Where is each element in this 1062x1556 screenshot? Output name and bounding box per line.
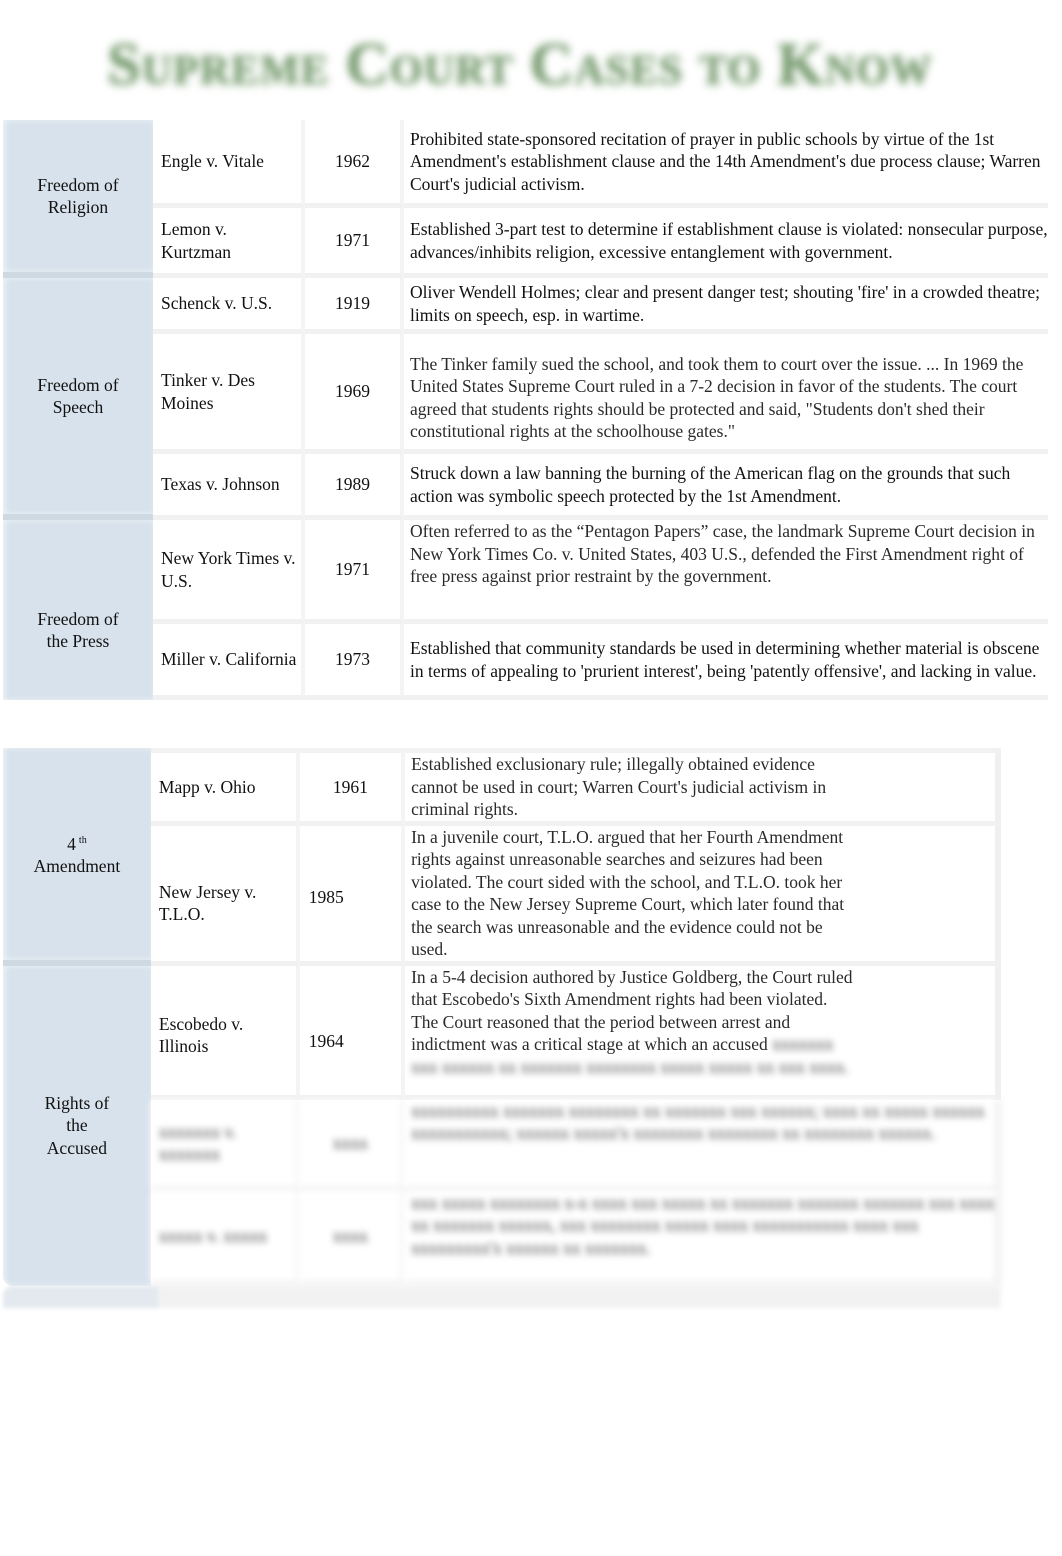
table-row: Miller v. California 1973 Established th… — [3, 624, 1048, 700]
table-row: Lemon v. Kurtzman 1971 Established 3-par… — [3, 208, 1048, 278]
case-name: xxxxxxx v. xxxxxxx — [150, 1099, 300, 1192]
case-description: Prohibited state-sponsored recitation of… — [404, 120, 1048, 208]
case-description: Established that community standards be … — [404, 624, 1048, 700]
case-year: 1989 — [305, 454, 404, 520]
case-description: Established 3-part test to determine if … — [404, 208, 1048, 278]
case-description: Oliver Wendell Holmes; clear and present… — [404, 278, 1048, 334]
table-row: xxxxx v. xxxxx xxxx xxx xxxxx xxxxxxxx x… — [3, 1191, 1001, 1286]
case-year: 1961 — [299, 748, 406, 826]
category-label: Freedom of the Press — [37, 608, 119, 652]
case-name: Tinker v. Des Moines — [153, 334, 305, 454]
category-cell: Freedom of Speech — [3, 278, 153, 520]
case-year: 1985 — [299, 825, 406, 966]
category-cell: Freedom of Religion — [3, 120, 153, 278]
category-cell: Rights of the Accused — [3, 965, 151, 1286]
category-label: Rights of the Accused — [44, 1092, 110, 1158]
case-description: xxxxxxxxxx xxxxxxx xxxxxxxx xx xxxxxxx x… — [405, 1099, 1001, 1192]
case-name: Escobedo v. Illinois — [150, 965, 300, 1100]
category-cell: Freedom of the Press — [3, 520, 153, 700]
case-description: Established exclusionary rule; illegally… — [405, 748, 1001, 826]
case-description: In a 5-4 decision authored by Justice Go… — [405, 965, 1001, 1100]
case-description: Struck down a law banning the burning of… — [404, 454, 1048, 520]
table-row: Texas v. Johnson 1989 Struck down a law … — [3, 454, 1048, 520]
case-description: The Tinker family sued the school, and t… — [404, 334, 1048, 454]
case-year: 1973 — [305, 624, 404, 700]
case-name: Engle v. Vitale — [153, 120, 305, 208]
case-description: xxx xxxxx xxxxxxxx x-x xxxx xxx xxxxx xx… — [405, 1191, 1001, 1286]
case-name: New York Times v. U.S. — [153, 520, 305, 624]
category-cell: 4th Amendment — [3, 748, 151, 966]
table-row: Freedom of the Press New York Times v. U… — [3, 520, 1048, 700]
case-name: New Jersey v. T.L.O. — [150, 825, 300, 966]
case-name: xxxxx v. xxxxx — [150, 1191, 300, 1286]
table-row: 4th Amendment Mapp v. Ohio 1961 Establis… — [3, 748, 1001, 966]
case-name: Texas v. Johnson — [153, 454, 305, 520]
case-description: In a juvenile court, T.L.O. argued that … — [405, 825, 1001, 966]
table-row: xxxxxxx v. xxxxxxx xxxx xxxxxxxxxx xxxxx… — [3, 1099, 1001, 1192]
category-label: Freedom of Speech — [37, 374, 119, 418]
category-label: Freedom of Religion — [37, 174, 119, 218]
table-footer-row — [3, 1285, 1001, 1308]
cases-table-criminal-rights: 4th Amendment Mapp v. Ohio 1961 Establis… — [3, 748, 1001, 1308]
category-label: 4th Amendment — [33, 833, 121, 877]
case-year: 1919 — [305, 278, 404, 334]
case-description: Often referred to as the “Pentagon Paper… — [404, 520, 1048, 624]
case-year: 1969 — [305, 334, 404, 454]
case-name: Lemon v. Kurtzman — [153, 208, 305, 278]
case-name: Schenck v. U.S. — [153, 278, 305, 334]
case-year: 1964 — [299, 965, 406, 1100]
table-row: Rights of the Accused Escobedo v. Illino… — [3, 965, 1001, 1286]
table-row: Tinker v. Des Moines 1969 The Tinker fam… — [3, 334, 1048, 454]
cases-table-first-amendment: Freedom of Religion Engle v. Vitale 1962… — [3, 120, 1048, 700]
case-year: xxxx — [299, 1191, 406, 1286]
page-title: Supreme Court Cases to Know — [107, 31, 933, 97]
case-name: Miller v. California — [153, 624, 305, 700]
case-year: xxxx — [299, 1099, 406, 1192]
table-row: Freedom of Speech Schenck v. U.S. 1919 O… — [3, 278, 1048, 520]
case-year: 1971 — [305, 520, 404, 624]
table-row: Freedom of Religion Engle v. Vitale 1962… — [3, 120, 1048, 278]
table-row: New Jersey v. T.L.O. 1985 In a juvenile … — [3, 825, 1001, 966]
case-name: Mapp v. Ohio — [150, 748, 300, 826]
case-year: 1971 — [305, 208, 404, 278]
case-year: 1962 — [305, 120, 404, 208]
